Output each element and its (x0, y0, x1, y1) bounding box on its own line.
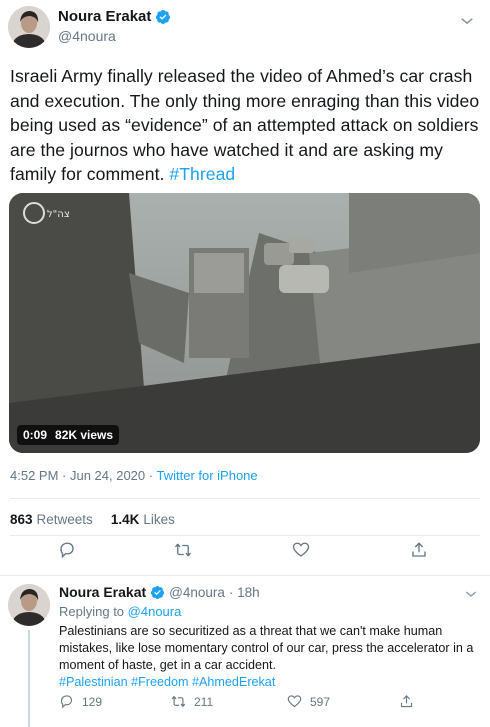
reply-author-name[interactable]: Noura Erakat (59, 584, 146, 600)
verified-badge-icon (151, 585, 165, 599)
chevron-down-icon[interactable] (463, 586, 479, 602)
chevron-down-icon[interactable] (458, 12, 476, 30)
like-count: 597 (310, 694, 331, 709)
share-icon (412, 542, 426, 557)
reply-hashtags[interactable]: #Palestinian #Freedom #AhmedErekat (59, 674, 479, 691)
retweets-stat[interactable]: 863 Retweets (10, 512, 93, 527)
retweet-icon (171, 696, 186, 707)
video-duration: 0:09 (23, 428, 48, 442)
divider (0, 575, 490, 576)
replying-label: Replying to (59, 604, 128, 619)
avatar[interactable] (8, 6, 50, 48)
author-name-row: Noura Erakat (58, 8, 171, 25)
tweet-source[interactable]: Twitter for iPhone (156, 468, 257, 483)
replying-to: Replying to @4noura (59, 604, 479, 619)
video-thumbnail: צה"ל (9, 193, 480, 453)
hashtag-link[interactable]: #Thread (169, 164, 235, 184)
reply-time[interactable]: · 18h (229, 585, 260, 600)
likes-count: 1.4K (110, 512, 140, 527)
reply-count: 129 (82, 694, 103, 709)
share-icon (400, 695, 413, 708)
like-button[interactable]: 597 (287, 694, 330, 709)
share-button[interactable] (410, 541, 432, 563)
avatar[interactable] (8, 584, 50, 626)
reply-tweet[interactable]: Noura Erakat @4noura · 18h Replying to @… (0, 580, 490, 727)
video-stats-badge: 0:09 82K views (17, 425, 120, 445)
replying-to-handle[interactable]: @4noura (128, 604, 182, 619)
reply-actions: 129 211 597 (59, 694, 479, 714)
video-views: 82K views (55, 428, 114, 442)
verified-badge-icon (156, 9, 171, 24)
likes-stat[interactable]: 1.4K Likes (111, 512, 175, 527)
tweet-header: Noura Erakat @4noura (8, 6, 482, 48)
reply-button[interactable] (58, 541, 80, 563)
tweet-stats: 863 Retweets 1.4K Likes (10, 512, 175, 527)
reply-button[interactable]: 129 (59, 694, 102, 709)
reply-header: Noura Erakat @4noura · 18h (59, 584, 479, 600)
tweet-actions (10, 541, 480, 571)
author-handle[interactable]: @4noura (58, 28, 171, 44)
divider (10, 498, 480, 499)
reply-author-handle[interactable]: @4noura (169, 585, 225, 600)
reply-icon (60, 695, 73, 709)
reply-content: Noura Erakat @4noura · 18h Replying to @… (59, 584, 479, 691)
like-icon (292, 542, 310, 557)
reply-text: Palestinians are so securitized as a thr… (59, 624, 474, 672)
share-button[interactable] (399, 694, 414, 709)
reply-icon (60, 542, 74, 559)
meta-separator: · (145, 468, 157, 483)
retweet-count: 211 (194, 694, 214, 709)
tweet-body: Israeli Army finally released the video … (10, 66, 480, 184)
retweet-icon (174, 543, 192, 557)
thread-line (28, 630, 30, 727)
tweet-text: Israeli Army finally released the video … (10, 64, 480, 187)
like-button[interactable] (292, 541, 314, 563)
retweets-count: 863 (10, 512, 33, 527)
svg-text:צה"ל: צה"ל (47, 209, 70, 220)
tweet-timestamp[interactable]: 4:52 PM · Jun 24, 2020 (10, 468, 145, 483)
like-icon (287, 695, 302, 708)
retweet-button[interactable]: 211 (171, 694, 213, 709)
author-block: Noura Erakat @4noura (58, 8, 171, 44)
tweet-meta: 4:52 PM · Jun 24, 2020 · Twitter for iPh… (10, 468, 258, 483)
author-name[interactable]: Noura Erakat (58, 8, 151, 25)
likes-label: Likes (143, 512, 175, 527)
retweet-button[interactable] (174, 541, 196, 563)
video-player[interactable]: צה"ל 0:09 82K views (9, 193, 480, 453)
divider (10, 535, 480, 536)
retweets-label: Retweets (36, 512, 93, 527)
